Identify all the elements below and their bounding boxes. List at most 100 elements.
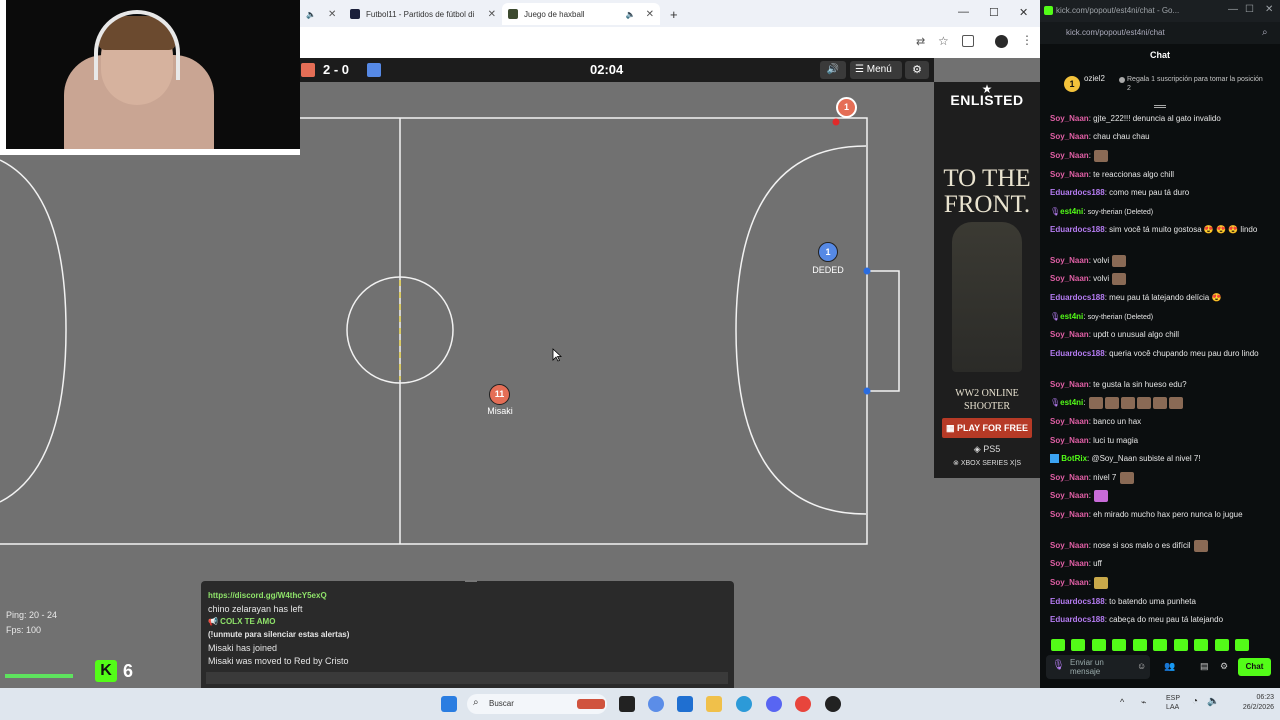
message-user[interactable]: Eduardocs188 [1050, 293, 1105, 302]
volume-icon[interactable]: 🔈 [1207, 696, 1219, 707]
emote-icon[interactable] [1214, 638, 1229, 651]
message-user[interactable]: Soy_Naan [1050, 274, 1089, 283]
maximize-icon[interactable]: ☐ [1245, 4, 1254, 15]
emote-icon[interactable] [1132, 638, 1147, 651]
close-icon[interactable]: ✕ [488, 9, 496, 20]
message-user[interactable]: Soy_Naan [1050, 578, 1089, 587]
emote-icon[interactable] [1071, 638, 1086, 651]
drag-handle-icon[interactable] [1154, 105, 1166, 108]
pinned-gift-banner[interactable]: 1 oziel2 Regala 1 suscripción para tomar… [1050, 70, 1272, 102]
users-icon[interactable]: 👥 [1164, 661, 1175, 672]
minimize-icon[interactable]: — [958, 6, 969, 18]
chat-resize-handle[interactable] [465, 580, 477, 582]
player-blue-1[interactable]: 1 [818, 242, 838, 262]
epic-games-icon[interactable] [619, 696, 635, 712]
play-for-free-button[interactable]: ▦ PLAY FOR FREE [942, 418, 1032, 438]
bookmark-star-icon[interactable]: ☆ [938, 34, 949, 48]
message-user[interactable]: Soy_Naan [1050, 132, 1089, 141]
file-explorer-icon[interactable] [706, 696, 722, 712]
discord-icon[interactable] [766, 696, 782, 712]
tab-futbol11[interactable]: Futbol11 - Partidos de fútbol di ✕ [344, 3, 502, 25]
chrome-icon[interactable] [795, 696, 811, 712]
message-user[interactable]: Eduardocs188 [1050, 188, 1105, 197]
emote-icon[interactable] [1194, 638, 1209, 651]
message-user[interactable]: est4ni [1060, 398, 1083, 407]
emote-icon[interactable] [1112, 638, 1127, 651]
chat-message: Soy_Naan: gjte_222!!! denuncia al gato i… [1050, 114, 1221, 123]
emote-icon[interactable] [1153, 638, 1168, 651]
network-icon[interactable]: ⌁ [1141, 697, 1146, 708]
game-chat-input[interactable] [206, 672, 728, 684]
tab-close-prev[interactable]: ✕ [322, 3, 336, 25]
emote-icon[interactable] [1235, 638, 1250, 651]
tab-audio[interactable]: 🔈 [300, 3, 318, 25]
message-user[interactable]: BotRix [1061, 454, 1087, 463]
message-user[interactable]: est4ni [1060, 312, 1083, 321]
emote-icon [1152, 397, 1167, 409]
search-icon[interactable]: ⌕ [1262, 27, 1268, 38]
message-user[interactable]: Soy_Naan [1050, 417, 1089, 426]
message-user[interactable]: Soy_Naan [1050, 330, 1089, 339]
tab-haxball[interactable]: Juego de haxball 🔈 ✕ [502, 3, 660, 25]
emote-icon[interactable] [1173, 638, 1188, 651]
clock-time[interactable]: 06:23 [1230, 694, 1274, 701]
translate-icon[interactable]: ⇄ [916, 35, 925, 48]
send-chat-button[interactable]: Chat [1238, 658, 1271, 676]
emoji-picker-icon[interactable]: ☺ [1137, 661, 1146, 671]
message-user[interactable]: Soy_Naan [1050, 510, 1089, 519]
message-user[interactable]: Eduardocs188 [1050, 597, 1105, 606]
wifi-icon[interactable]: ◔ [1192, 696, 1198, 707]
window-close-icon[interactable]: ✕ [1019, 6, 1028, 19]
profile-avatar[interactable] [995, 35, 1008, 48]
edge-icon[interactable] [736, 696, 752, 712]
start-windows-icon[interactable] [441, 696, 457, 712]
copilot-icon[interactable] [648, 696, 664, 712]
message-user[interactable]: Soy_Naan [1050, 380, 1089, 389]
browser-menu-icon[interactable]: ⋮ [1021, 33, 1033, 47]
sound-toggle-button[interactable]: 🔊 [820, 61, 846, 79]
close-icon[interactable]: ✕ [646, 9, 654, 20]
message-user[interactable]: Soy_Naan [1050, 491, 1089, 500]
window-close-icon[interactable]: ✕ [1265, 4, 1273, 15]
taskbar-search[interactable]: ⌕ Buscar [467, 694, 607, 714]
speaker-icon[interactable]: 🔈 [626, 10, 636, 19]
settings-button[interactable]: ⚙ [905, 61, 929, 79]
message-user[interactable]: Eduardocs188 [1050, 349, 1105, 358]
clock-date[interactable]: 26/2/2026 [1224, 704, 1274, 711]
message-user[interactable]: Soy_Naan [1050, 114, 1089, 123]
ad-sub-2: SHOOTER [963, 401, 1011, 412]
extensions-icon[interactable] [962, 35, 974, 47]
message-user[interactable]: Soy_Naan [1050, 473, 1089, 482]
enlisted-ad[interactable]: ENLISTED ★ TO THE FRONT. WW2 ONLINE SHOO… [934, 82, 1040, 478]
message-user[interactable]: Eduardocs188 [1050, 615, 1105, 624]
maximize-icon[interactable]: ☐ [989, 6, 999, 19]
message-user[interactable]: Soy_Naan [1050, 170, 1089, 179]
message-user[interactable]: Soy_Naan [1050, 151, 1089, 160]
message-user[interactable]: Soy_Naan [1050, 541, 1089, 550]
leaderboard-icon[interactable]: ▤ [1200, 661, 1209, 672]
chat-line[interactable]: https://discord.gg/W4thcY5exQ [208, 591, 327, 600]
keyboard-lang-2[interactable]: LAA [1166, 704, 1179, 711]
emote-icon[interactable] [1091, 638, 1106, 651]
message-user[interactable]: Soy_Naan [1050, 256, 1089, 265]
message-user[interactable]: Soy_Naan [1050, 559, 1089, 568]
keyboard-lang-1[interactable]: ESP [1166, 695, 1180, 702]
chat-input[interactable]: 🎙 Enviar un mensaje ☺ [1046, 655, 1150, 679]
message-user[interactable]: Soy_Naan [1050, 436, 1089, 445]
menu-button[interactable]: ☰ Menú [850, 61, 902, 79]
chat-message: Soy_Naan: uff [1050, 559, 1102, 568]
message-text: eh mirado mucho hax pero nunca lo jugue [1093, 510, 1243, 519]
player-red-1[interactable]: 1 [836, 97, 857, 118]
message-user[interactable]: Eduardocs188 [1050, 225, 1105, 234]
emote-icon[interactable] [1051, 638, 1065, 651]
message-user[interactable]: est4ni [1060, 207, 1083, 216]
goal-post [863, 267, 871, 275]
obs-icon[interactable] [825, 696, 841, 712]
store-icon[interactable] [677, 696, 693, 712]
minimize-icon[interactable]: — [1228, 4, 1238, 15]
player-red-11[interactable]: 11 [489, 384, 510, 405]
tray-chevron-icon[interactable]: ^ [1120, 697, 1124, 707]
kick-address-bar[interactable]: kick.com/popout/est4ni/chat ⌕ [1040, 22, 1280, 44]
gear-icon[interactable]: ⚙ [1220, 661, 1228, 672]
new-tab-button[interactable]: + [664, 3, 680, 25]
